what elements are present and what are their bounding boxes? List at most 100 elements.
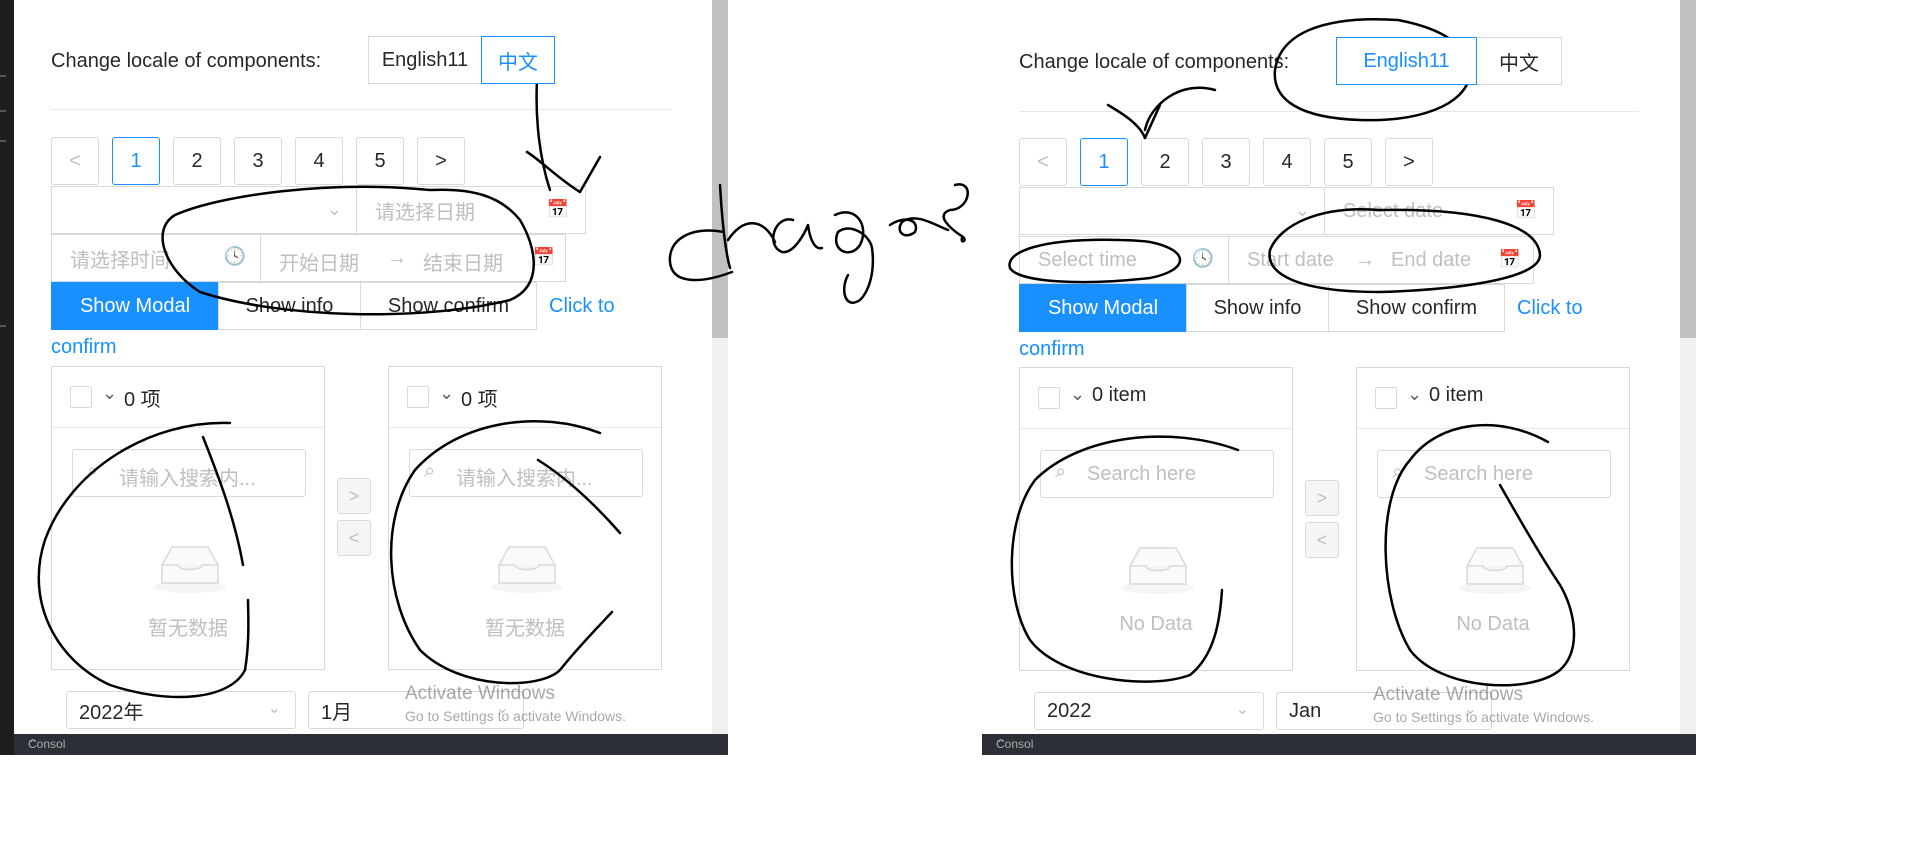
transfer-source-list: ⌄ 0 项 ⌕ 请输入搜索内... 暂无数据: [51, 366, 325, 670]
select-all-checkbox[interactable]: [70, 386, 92, 408]
activate-windows-subtitle: Go to Settings to activate Windows.: [405, 708, 626, 724]
move-left-button[interactable]: <: [337, 520, 371, 556]
search-icon: ⌕: [1392, 461, 1404, 483]
pagination-page-4[interactable]: 4: [1263, 138, 1311, 186]
status-bar: Consol ⌃: [14, 734, 728, 755]
locale-chinese-button[interactable]: 中文: [1476, 37, 1562, 85]
transfer-search-input[interactable]: ⌕ Search here: [1377, 450, 1611, 498]
pagination-page-2[interactable]: 2: [1141, 138, 1189, 186]
chevron-down-icon[interactable]: ⌄: [439, 383, 454, 404]
transfer-target-list: ⌄ 0 项 ⌕ 请输入搜索内... 暂无数据: [388, 366, 662, 670]
search-placeholder: Search here: [1087, 463, 1196, 485]
pagination-page-1[interactable]: 1: [112, 137, 160, 185]
empty-text: No Data: [1456, 613, 1530, 635]
time-picker[interactable]: 请选择时间 🕓: [51, 234, 261, 282]
inbox-icon: [1459, 547, 1531, 594]
show-info-button[interactable]: Show info: [1186, 284, 1329, 332]
item-count: 0 item: [1429, 384, 1484, 406]
select-all-checkbox[interactable]: [407, 386, 429, 408]
date-picker[interactable]: Select date 📅: [1324, 187, 1554, 235]
scrollbar-thumb[interactable]: [712, 0, 728, 338]
right-panel-english: Change locale of components: English11 中…: [982, 0, 1696, 755]
chevron-down-icon[interactable]: ⌄: [1070, 384, 1085, 405]
pagination-prev-button[interactable]: <: [1019, 138, 1067, 186]
year-select[interactable]: 2022 ⌄: [1034, 692, 1264, 730]
select-field[interactable]: ⌄: [51, 186, 357, 234]
pagination-page-3[interactable]: 3: [1202, 138, 1250, 186]
chevron-up-icon[interactable]: ⌃: [996, 737, 1674, 751]
divider: [1019, 111, 1639, 112]
locale-switcher: Change locale of components: English11 中…: [1019, 37, 1639, 87]
item-count: 0 项: [461, 389, 498, 411]
scrollbar-thumb[interactable]: [1680, 0, 1696, 338]
search-icon: ⌕: [1055, 461, 1067, 483]
show-confirm-button[interactable]: Show confirm: [1328, 284, 1505, 332]
month-value: Jan: [1289, 699, 1322, 722]
date-picker[interactable]: 请选择日期 📅: [356, 186, 586, 234]
click-to-confirm-link[interactable]: Click to: [549, 295, 615, 318]
show-confirm-button[interactable]: Show confirm: [360, 282, 537, 330]
calendar-icon: 📅: [1498, 249, 1521, 269]
range-end: 结束日期: [423, 253, 503, 275]
scrollbar[interactable]: [712, 0, 728, 755]
empty-text: No Data: [1119, 613, 1193, 635]
transfer-header: ⌄ 0 项: [52, 367, 324, 428]
locale-chinese-button[interactable]: 中文: [481, 36, 555, 84]
search-placeholder: 请输入搜索内...: [119, 468, 256, 490]
show-info-button[interactable]: Show info: [218, 282, 361, 330]
scrollbar[interactable]: [1680, 0, 1696, 755]
month-value: 1月: [321, 701, 353, 724]
pagination-page-5[interactable]: 5: [1324, 138, 1372, 186]
pagination-prev-button[interactable]: <: [51, 137, 99, 185]
transfer-search-input[interactable]: ⌕ Search here: [1040, 450, 1274, 498]
pagination-page-4[interactable]: 4: [295, 137, 343, 185]
move-right-button[interactable]: >: [1305, 480, 1339, 516]
transfer-search-input[interactable]: ⌕ 请输入搜索内...: [72, 449, 306, 497]
click-to-confirm-link[interactable]: Click to: [1517, 297, 1583, 320]
editor-edge: [0, 0, 14, 755]
empty-text: 暂无数据: [148, 618, 228, 640]
time-placeholder: 请选择时间: [70, 249, 170, 272]
range-picker[interactable]: Start date → End date 📅: [1228, 236, 1534, 284]
select-field[interactable]: ⌄: [1019, 187, 1325, 235]
click-to-confirm-link-2[interactable]: confirm: [1019, 338, 1085, 361]
inbox-icon: [1122, 547, 1194, 594]
chevron-down-icon[interactable]: ⌄: [1407, 384, 1422, 405]
range-start: 开始日期: [279, 253, 359, 275]
range-start: Start date: [1247, 249, 1334, 271]
time-picker[interactable]: Select time 🕓: [1019, 236, 1229, 284]
year-select[interactable]: 2022年 ⌄: [66, 691, 296, 729]
pagination-page-1[interactable]: 1: [1080, 138, 1128, 186]
pagination-page-3[interactable]: 3: [234, 137, 282, 185]
locale-english-button[interactable]: English11: [368, 36, 482, 84]
chevron-down-icon[interactable]: ⌄: [102, 383, 117, 404]
transfer-header: ⌄ 0 item: [1357, 368, 1629, 429]
left-panel-chinese: Change locale of components: English11 中…: [14, 0, 728, 755]
pagination-page-2[interactable]: 2: [173, 137, 221, 185]
chevron-down-icon: ⌄: [1294, 200, 1310, 220]
pagination-next-button[interactable]: >: [1385, 138, 1433, 186]
range-separator: →: [1355, 249, 1375, 271]
chevron-down-icon: ⌄: [267, 700, 281, 717]
activate-windows-title: Activate Windows: [405, 683, 555, 704]
search-placeholder: Search here: [1424, 463, 1533, 485]
calendar-icon: 📅: [546, 199, 569, 219]
pagination-page-5[interactable]: 5: [356, 137, 404, 185]
transfer-search-input[interactable]: ⌕ 请输入搜索内...: [409, 449, 643, 497]
chevron-down-icon: ⌄: [1235, 701, 1249, 718]
click-to-confirm-link-2[interactable]: confirm: [51, 336, 117, 359]
move-left-button[interactable]: <: [1305, 522, 1339, 558]
locale-english-button[interactable]: English11: [1336, 37, 1477, 85]
select-all-checkbox[interactable]: [1038, 387, 1060, 409]
clock-icon: 🕓: [1191, 248, 1214, 268]
select-all-checkbox[interactable]: [1375, 387, 1397, 409]
range-picker[interactable]: 开始日期 → 结束日期 📅: [260, 234, 566, 282]
show-modal-button[interactable]: Show Modal: [51, 282, 219, 330]
move-right-button[interactable]: >: [337, 478, 371, 514]
transfer-target-list: ⌄ 0 item ⌕ Search here No Data: [1356, 367, 1630, 671]
pagination-next-button[interactable]: >: [417, 137, 465, 185]
clock-icon: 🕓: [223, 246, 246, 266]
show-modal-button[interactable]: Show Modal: [1019, 284, 1187, 332]
chevron-up-icon[interactable]: ⌃: [28, 737, 706, 751]
calendar-icon: 📅: [1514, 200, 1537, 220]
